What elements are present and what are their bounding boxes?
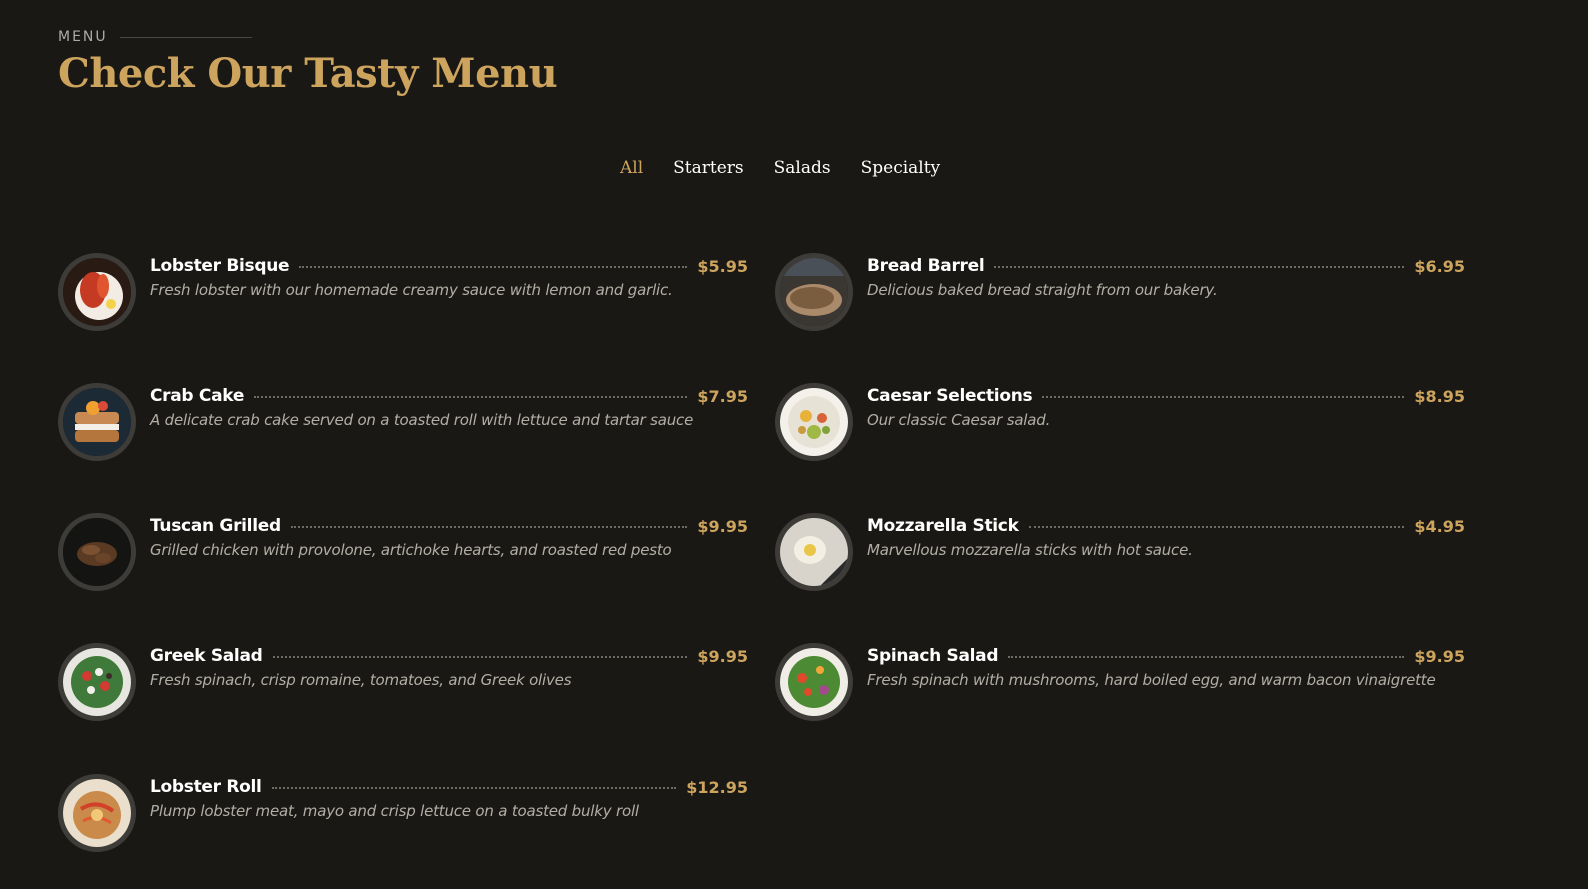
item-price: $12.95 xyxy=(686,777,748,797)
item-price: $5.95 xyxy=(697,256,748,276)
bread-barrel-photo xyxy=(775,253,853,331)
crab-cake-photo xyxy=(58,383,136,461)
menu-item-mozzarella-stick: Mozzarella Stick $4.95 Marvellous mozzar… xyxy=(775,513,1465,593)
item-name: Crab Cake xyxy=(150,386,245,406)
dotted-leader xyxy=(1042,396,1405,398)
menu-item-lobster-roll: Lobster Roll $12.95 Plump lobster meat, … xyxy=(58,774,748,854)
filter-all[interactable]: All xyxy=(620,156,643,180)
item-description: Fresh spinach with mushrooms, hard boile… xyxy=(867,671,1436,689)
item-description: Delicious baked bread straight from our … xyxy=(867,281,1218,299)
item-description: Fresh lobster with our homemade creamy s… xyxy=(150,281,673,299)
item-name: Bread Barrel xyxy=(867,256,985,276)
mozzarella-stick-photo xyxy=(775,513,853,591)
section-label-divider xyxy=(119,36,252,38)
caesar-salad-photo xyxy=(775,383,853,461)
item-description: A delicate crab cake served on a toasted… xyxy=(150,411,694,429)
item-name: Lobster Bisque xyxy=(150,256,290,276)
dotted-leader xyxy=(271,787,677,789)
item-name: Mozzarella Stick xyxy=(867,516,1019,536)
lobster-bisque-photo xyxy=(58,253,136,331)
menu-item-bread-barrel: Bread Barrel $6.95 Delicious baked bread… xyxy=(775,253,1465,333)
item-name: Caesar Selections xyxy=(867,386,1033,406)
item-description: Marvellous mozzarella sticks with hot sa… xyxy=(867,541,1193,559)
item-price: $8.95 xyxy=(1414,386,1465,406)
item-description: Plump lobster meat, mayo and crisp lettu… xyxy=(150,802,639,820)
item-name: Spinach Salad xyxy=(867,646,999,666)
filter-salads[interactable]: Salads xyxy=(774,156,831,180)
menu-item-lobster-bisque: Lobster Bisque $5.95 Fresh lobster with … xyxy=(58,253,748,333)
dotted-leader xyxy=(1008,656,1405,658)
section-label: MENU xyxy=(58,29,252,45)
dotted-leader xyxy=(1028,526,1405,528)
dotted-leader xyxy=(272,656,688,658)
tuscan-grilled-photo xyxy=(58,513,136,591)
item-name: Greek Salad xyxy=(150,646,263,666)
item-price: $9.95 xyxy=(1414,646,1465,666)
lobster-roll-photo xyxy=(58,774,136,852)
section-label-text: MENU xyxy=(58,29,108,45)
item-price: $9.95 xyxy=(697,646,748,666)
filter-starters[interactable]: Starters xyxy=(673,156,743,180)
greek-salad-photo xyxy=(58,643,136,721)
page-title: Check Our Tasty Menu xyxy=(58,50,558,97)
spinach-salad-photo xyxy=(775,643,853,721)
item-description: Our classic Caesar salad. xyxy=(867,411,1051,429)
menu-item-greek-salad: Greek Salad $9.95 Fresh spinach, crisp r… xyxy=(58,643,748,723)
item-name: Tuscan Grilled xyxy=(150,516,281,536)
item-name: Lobster Roll xyxy=(150,777,262,797)
dotted-leader xyxy=(299,266,688,268)
menu-item-caesar-selections: Caesar Selections $8.95 Our classic Caes… xyxy=(775,383,1465,463)
filter-specialty[interactable]: Specialty xyxy=(861,156,941,180)
menu-item-tuscan-grilled: Tuscan Grilled $9.95 Grilled chicken wit… xyxy=(58,513,748,593)
item-price: $9.95 xyxy=(697,516,748,536)
menu-item-spinach-salad: Spinach Salad $9.95 Fresh spinach with m… xyxy=(775,643,1465,723)
dotted-leader xyxy=(994,266,1405,268)
dotted-leader xyxy=(254,396,688,398)
item-price: $4.95 xyxy=(1414,516,1465,536)
item-price: $6.95 xyxy=(1414,256,1465,276)
dotted-leader xyxy=(290,526,688,528)
item-price: $7.95 xyxy=(697,386,748,406)
menu-item-crab-cake: Crab Cake $7.95 A delicate crab cake ser… xyxy=(58,383,748,463)
item-description: Fresh spinach, crisp romaine, tomatoes, … xyxy=(150,671,572,689)
item-description: Grilled chicken with provolone, artichok… xyxy=(150,541,672,559)
